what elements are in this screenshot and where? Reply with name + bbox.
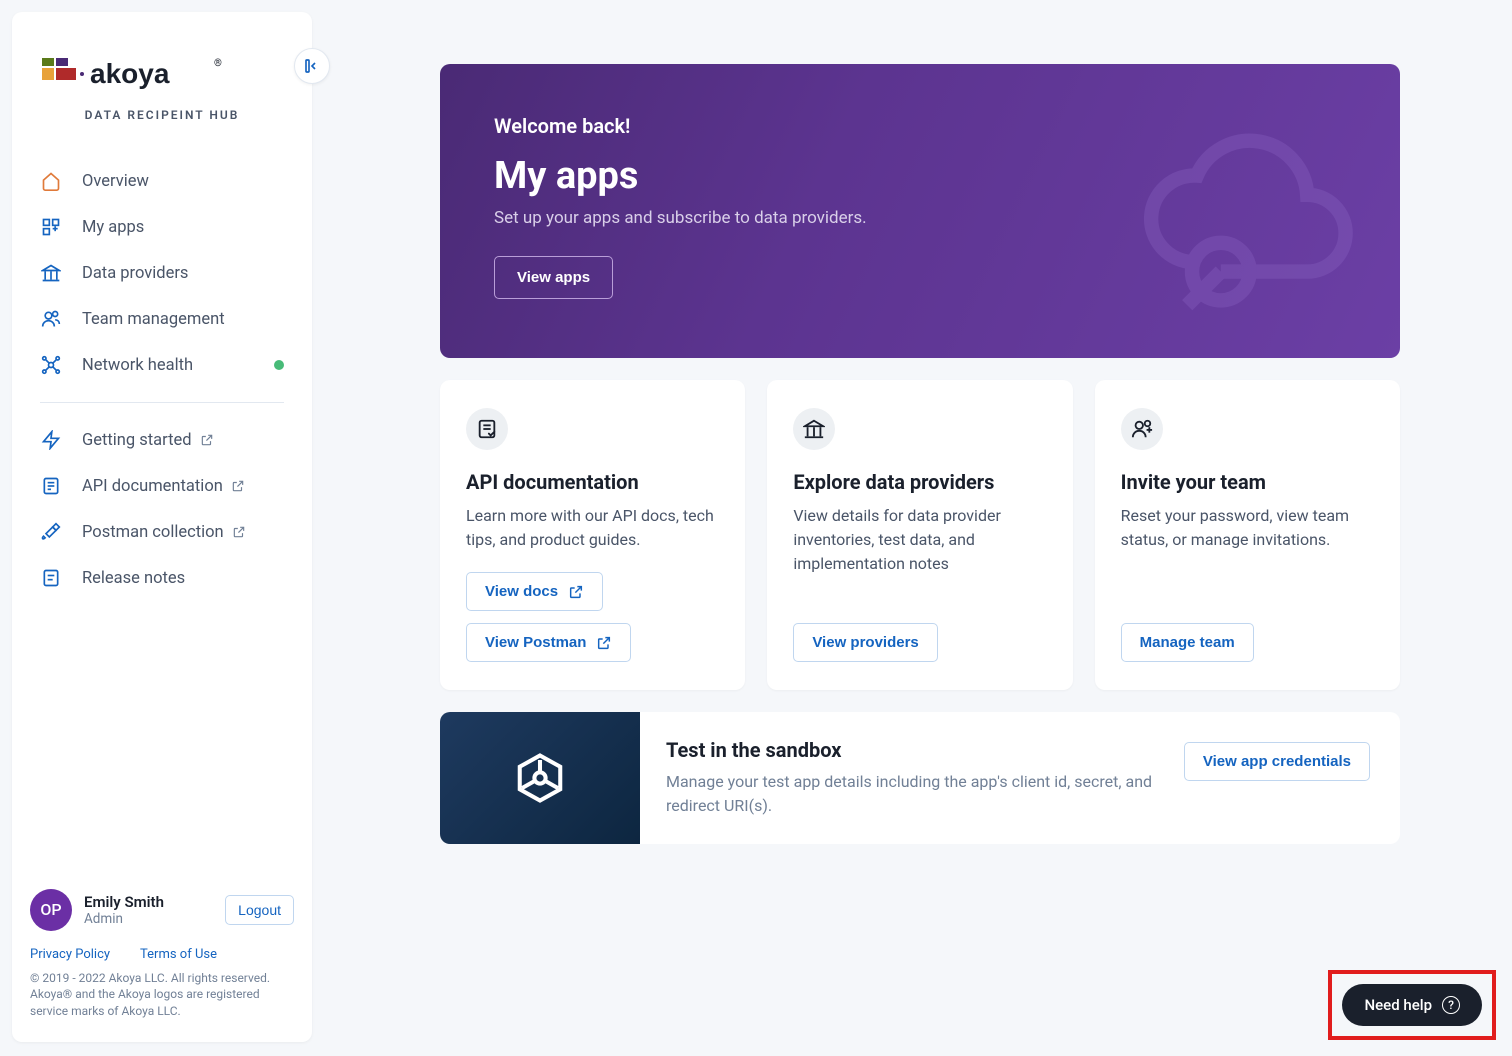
external-link-icon <box>568 584 584 600</box>
sidebar-item-team-management[interactable]: Team management <box>26 296 298 342</box>
collapse-icon <box>303 57 321 75</box>
card-desc: View details for data provider inventori… <box>793 504 1046 576</box>
card-api-docs: API documentation Learn more with our AP… <box>440 380 745 690</box>
external-link-icon <box>200 433 214 447</box>
view-credentials-button[interactable]: View app credentials <box>1184 742 1370 781</box>
sidebar-item-api-docs[interactable]: API documentation <box>26 463 298 509</box>
terms-link[interactable]: Terms of Use <box>140 947 217 962</box>
nav-label: Postman collection <box>82 523 224 542</box>
sidebar: akoya ® DATA RECIPEINT HUB Overview My a… <box>12 12 312 1042</box>
card-invite-team: Invite your team Reset your password, vi… <box>1095 380 1400 690</box>
home-icon <box>40 170 62 192</box>
sidebar-item-my-apps[interactable]: My apps <box>26 204 298 250</box>
nav-label: Team management <box>82 310 225 329</box>
user-role: Admin <box>84 911 164 927</box>
nav-label: API documentation <box>82 477 223 496</box>
rocket-icon <box>40 521 62 543</box>
footer-copyright: © 2019 - 2022 Akoya LLC. All rights rese… <box>30 970 294 1020</box>
network-icon <box>40 354 62 376</box>
doc-icon <box>466 408 508 450</box>
cards-row: API documentation Learn more with our AP… <box>440 380 1400 690</box>
primary-nav: Overview My apps Data providers Team man… <box>12 158 312 601</box>
sidebar-collapse-button[interactable] <box>294 48 330 84</box>
manage-team-button[interactable]: Manage team <box>1121 623 1254 662</box>
privacy-link[interactable]: Privacy Policy <box>30 947 110 962</box>
sidebar-footer: OP Emily Smith Admin Logout Privacy Poli… <box>12 873 312 1042</box>
user-name: Emily Smith <box>84 893 164 911</box>
nav-label: Getting started <box>82 431 192 450</box>
status-dot-healthy <box>274 360 284 370</box>
sandbox-title: Test in the sandbox <box>666 738 1158 762</box>
sidebar-item-network-health[interactable]: Network health <box>26 342 298 388</box>
apps-icon <box>40 216 62 238</box>
nav-label: Overview <box>82 172 149 191</box>
external-link-icon <box>596 635 612 651</box>
team-icon <box>40 308 62 330</box>
view-postman-button[interactable]: View Postman <box>466 623 631 662</box>
sidebar-item-data-providers[interactable]: Data providers <box>26 250 298 296</box>
avatar: OP <box>30 889 72 931</box>
bolt-icon <box>40 429 62 451</box>
sidebar-item-overview[interactable]: Overview <box>26 158 298 204</box>
sandbox-desc: Manage your test app details including t… <box>666 770 1158 818</box>
button-label: View Postman <box>485 634 586 651</box>
logout-button[interactable]: Logout <box>225 895 294 925</box>
view-docs-button[interactable]: View docs <box>466 572 603 611</box>
nav-label: Release notes <box>82 569 185 588</box>
nav-label: Data providers <box>82 264 188 283</box>
sidebar-item-getting-started[interactable]: Getting started <box>26 417 298 463</box>
sandbox-card: Test in the sandbox Manage your test app… <box>440 712 1400 844</box>
user-row: OP Emily Smith Admin Logout <box>30 889 294 947</box>
hex-icon <box>513 751 567 805</box>
footer-links: Privacy Policy Terms of Use <box>30 947 294 970</box>
external-link-icon <box>232 525 246 539</box>
akoya-logo-icon: akoya ® <box>42 52 222 98</box>
sidebar-item-postman[interactable]: Postman collection <box>26 509 298 555</box>
need-help-button[interactable]: Need help ? <box>1342 984 1482 1026</box>
cloud-icon <box>1100 94 1380 334</box>
card-title: API documentation <box>466 470 719 494</box>
brand-tagline: DATA RECIPEINT HUB <box>12 108 312 158</box>
external-link-icon <box>231 479 245 493</box>
hero-banner: Welcome back! My apps Set up your apps a… <box>440 64 1400 358</box>
notes-icon <box>40 567 62 589</box>
sidebar-item-release-notes[interactable]: Release notes <box>26 555 298 601</box>
card-desc: Reset your password, view team status, o… <box>1121 504 1374 552</box>
card-title: Invite your team <box>1121 470 1374 494</box>
brand-logo: akoya ® <box>12 12 312 108</box>
bank-icon <box>793 408 835 450</box>
card-title: Explore data providers <box>793 470 1046 494</box>
nav-label: Network health <box>82 356 193 375</box>
question-icon: ? <box>1442 996 1460 1014</box>
main-content: Welcome back! My apps Set up your apps a… <box>440 64 1400 844</box>
need-help-highlight: Need help ? <box>1328 970 1496 1040</box>
bank-icon <box>40 262 62 284</box>
sandbox-illustration <box>440 712 640 844</box>
view-providers-button[interactable]: View providers <box>793 623 937 662</box>
view-apps-button[interactable]: View apps <box>494 256 613 299</box>
svg-text:akoya: akoya <box>90 58 170 89</box>
svg-text:®: ® <box>214 57 222 69</box>
need-help-label: Need help <box>1364 996 1432 1014</box>
button-label: View docs <box>485 583 558 600</box>
card-data-providers: Explore data providers View details for … <box>767 380 1072 690</box>
nav-label: My apps <box>82 218 144 237</box>
card-desc: Learn more with our API docs, tech tips,… <box>466 504 719 552</box>
team-icon <box>1121 408 1163 450</box>
nav-divider <box>40 402 284 403</box>
doc-icon <box>40 475 62 497</box>
